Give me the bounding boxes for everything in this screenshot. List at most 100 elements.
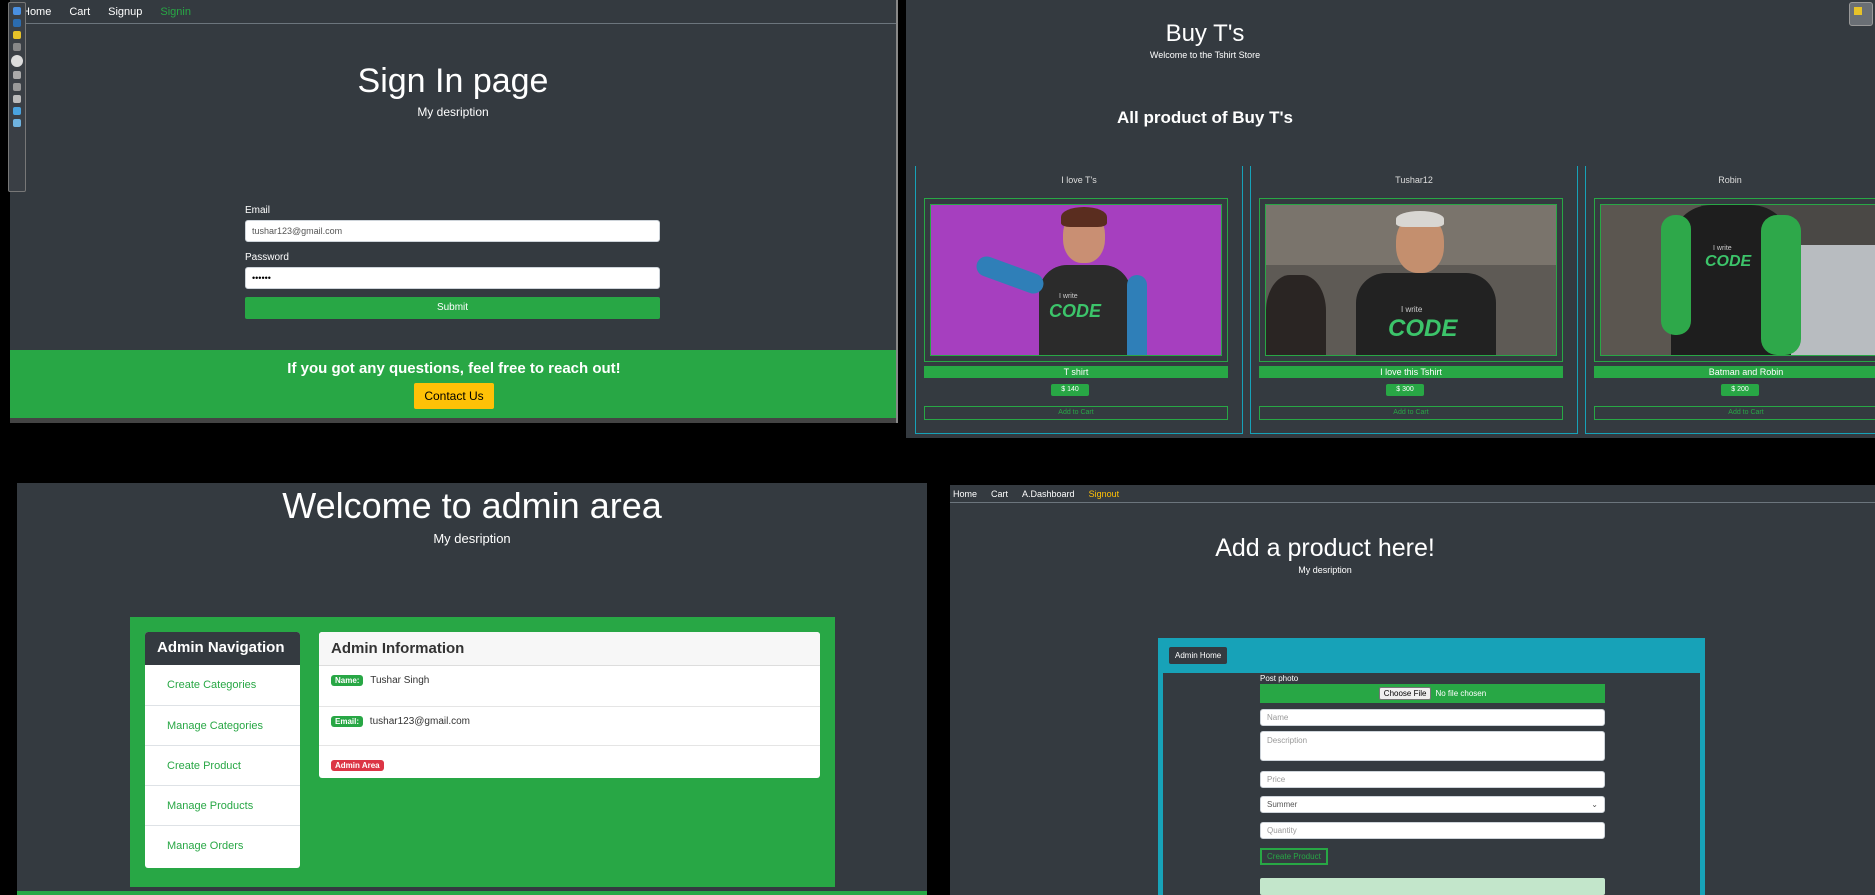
admin-home-button[interactable]: Admin Home (1169, 647, 1228, 664)
addproduct-window: Home Cart A.Dashboard Signout Add a prod… (950, 485, 1875, 895)
shirt-print-small: I write (1713, 245, 1732, 252)
email-label: Email (245, 205, 271, 216)
email-field[interactable]: tushar123@gmail.com (245, 220, 660, 242)
description-textarea[interactable]: Description (1260, 731, 1605, 761)
submit-button[interactable]: Submit (245, 297, 660, 319)
product-image: I write CODE (930, 204, 1222, 356)
quantity-placeholder: Quantity (1267, 826, 1297, 835)
product-header: Tushar12 (1395, 175, 1433, 185)
window-bottom-bar (10, 418, 896, 423)
model-sleeve-left (1661, 215, 1691, 335)
name-placeholder: Name (1267, 713, 1289, 722)
product-price: $ 300 (1386, 384, 1424, 396)
admin-info-heading: Admin Information (319, 632, 820, 666)
arrow-icon[interactable] (13, 71, 21, 79)
line-icon[interactable] (13, 43, 21, 51)
pen-icon[interactable] (13, 19, 21, 27)
admin-window: Welcome to admin area My desription Admi… (17, 483, 927, 895)
product-image-frame: I write CODE (924, 198, 1228, 362)
admin-name: Tushar Singh (370, 675, 430, 686)
status-bar (1260, 878, 1605, 895)
price-placeholder: Price (1267, 775, 1286, 784)
info-row-name: Name: Tushar Singh (319, 666, 820, 707)
file-upload[interactable]: Choose File No file chosen (1260, 684, 1605, 703)
admin-subtitle: My desription (433, 531, 511, 546)
highlighter-icon[interactable] (13, 31, 21, 39)
model-hair (1396, 211, 1444, 227)
name-badge: Name: (331, 675, 364, 686)
shirt-print-small: I write (1401, 305, 1423, 314)
person-foreground (1266, 275, 1326, 355)
password-field[interactable]: •••••• (245, 267, 660, 289)
admin-email: tushar123@gmail.com (369, 716, 470, 727)
pointer-icon[interactable] (13, 7, 21, 15)
product-image-frame: I write CODE (1259, 198, 1563, 362)
product-price: $ 200 (1721, 384, 1759, 396)
admin-container: Admin Navigation Create Categories Manag… (130, 617, 835, 887)
store-window: Buy T's Welcome to the Tshirt Store All … (906, 0, 1875, 438)
password-label: Password (245, 252, 289, 263)
grid-icon[interactable] (13, 83, 21, 91)
drawing-toolbar (8, 2, 26, 192)
nav-manage-products[interactable]: Manage Products (145, 785, 300, 825)
nav-signin[interactable]: Signin (160, 6, 191, 18)
nav-signout[interactable]: Signout (1089, 489, 1120, 499)
store-title: Buy T's (1165, 20, 1245, 47)
corner-app-icon[interactable] (1849, 2, 1873, 26)
product-image: I write CODE (1265, 204, 1557, 356)
choose-file-button[interactable]: Choose File (1378, 687, 1432, 700)
admin-area-badge: Admin Area (331, 760, 384, 771)
admin-nav-heading: Admin Navigation (145, 632, 300, 665)
password-value: •••••• (252, 273, 271, 283)
app-icon-glyph (1854, 7, 1862, 15)
save-icon[interactable] (13, 119, 21, 127)
nav-manage-orders[interactable]: Manage Orders (145, 825, 300, 865)
addproduct-form-area: Post photo Choose File No file chosen Na… (1163, 673, 1700, 895)
add-to-cart-button[interactable]: Add to Cart (924, 406, 1228, 420)
product-header: I love T's (1061, 175, 1097, 185)
addproduct-container: Admin Home Post photo Choose File No fil… (1158, 638, 1705, 895)
quantity-input[interactable]: Quantity (1260, 822, 1605, 839)
nav-dashboard[interactable]: A.Dashboard (1022, 489, 1075, 499)
admin-title: Welcome to admin area (282, 485, 662, 526)
add-to-cart-button[interactable]: Add to Cart (1594, 406, 1875, 420)
shirt-print-small: I write (1059, 293, 1078, 300)
add-to-cart-button[interactable]: Add to Cart (1259, 406, 1563, 420)
description-placeholder: Description (1267, 736, 1308, 745)
price-input[interactable]: Price (1260, 771, 1605, 788)
signin-footer: If you got any questions, feel free to r… (10, 350, 896, 418)
info-row-area: Admin Area (319, 746, 820, 778)
category-select[interactable]: Summer ⌄ (1260, 796, 1605, 813)
product-card: I love T's I write CODE T shirt $ 140 Ad… (915, 166, 1243, 434)
nav-cart[interactable]: Cart (991, 489, 1008, 499)
addproduct-subtitle: My desription (1298, 565, 1352, 575)
nav-home[interactable]: Home (953, 489, 977, 499)
product-price: $ 140 (1051, 384, 1089, 396)
nav-create-categories[interactable]: Create Categories (145, 665, 300, 705)
circle-icon[interactable] (11, 55, 23, 67)
store-subtitle: Welcome to the Tshirt Store (1149, 50, 1261, 60)
name-input[interactable]: Name (1260, 709, 1605, 726)
post-photo-label: Post photo (1260, 674, 1299, 683)
signin-form: Email tushar123@gmail.com Password •••••… (245, 205, 660, 319)
contact-us-button[interactable]: Contact Us (414, 383, 494, 409)
menu-icon[interactable] (13, 95, 21, 103)
product-header: Robin (1718, 175, 1742, 185)
shirt-print-big: CODE (1049, 301, 1102, 321)
footer-text: If you got any questions, feel free to r… (287, 360, 621, 377)
nav-create-product[interactable]: Create Product (145, 745, 300, 785)
page-title: Sign In page (357, 62, 549, 100)
product-card: Tushar12 I write CODE I love this Tshirt… (1250, 166, 1578, 434)
product-name: T shirt (924, 366, 1228, 378)
chevron-down-icon: ⌄ (1591, 800, 1598, 809)
model-sleeve (1761, 215, 1801, 355)
product-name: Batman and Robin (1594, 366, 1875, 378)
screen-icon[interactable] (13, 107, 21, 115)
nav-cart[interactable]: Cart (69, 6, 90, 18)
nav-signup[interactable]: Signup (108, 6, 142, 18)
admin-info-card: Admin Information Name: Tushar Singh Ema… (319, 632, 820, 778)
nav-manage-categories[interactable]: Manage Categories (145, 705, 300, 745)
create-product-button[interactable]: Create Product (1260, 848, 1328, 865)
nav-home[interactable]: Home (22, 6, 51, 18)
signin-navbar: Home Cart Signup Signin (10, 0, 896, 24)
